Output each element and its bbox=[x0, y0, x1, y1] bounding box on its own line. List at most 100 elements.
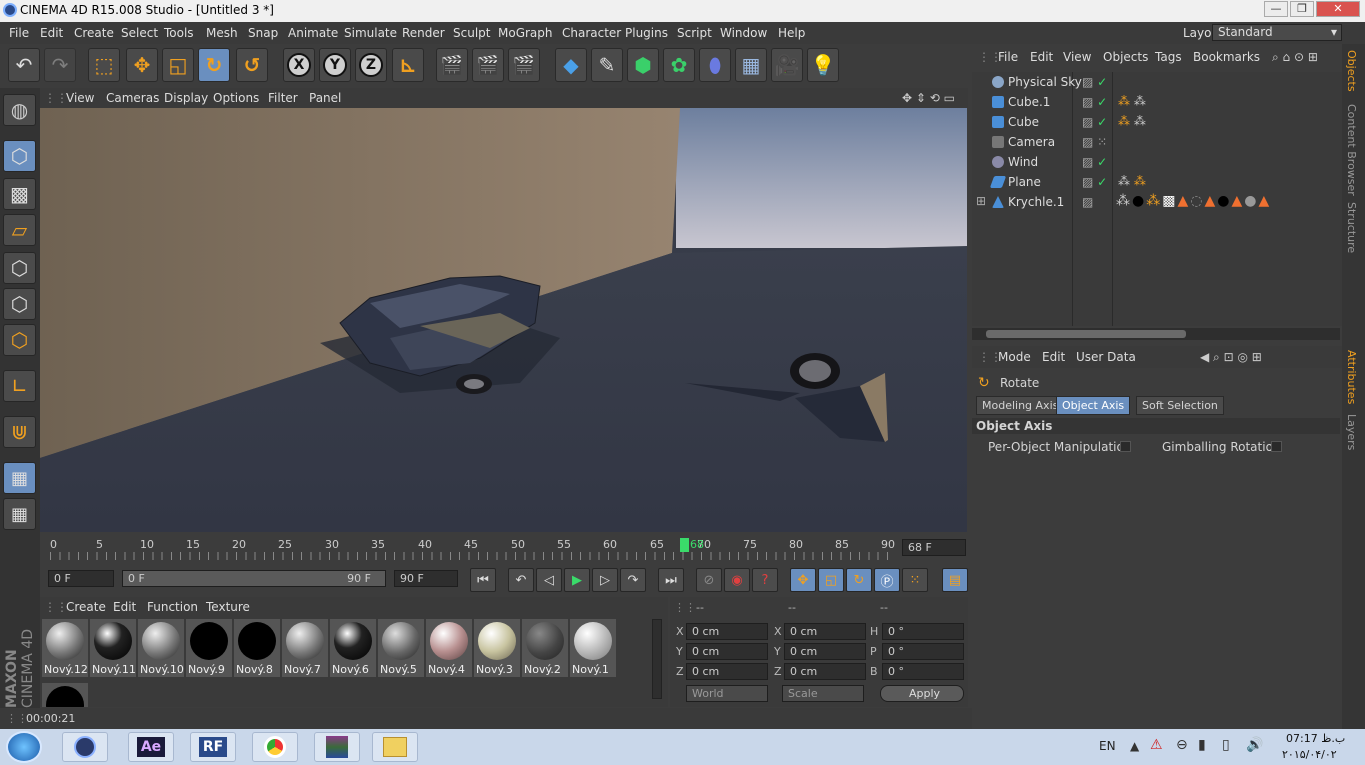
object-row[interactable]: Cube ▨ ✓ ⁂ ⁂ bbox=[972, 112, 1340, 132]
planar-workplane-button[interactable]: ▦ bbox=[3, 498, 36, 530]
menu-plugins[interactable]: Plugins bbox=[625, 26, 668, 40]
minimize-button[interactable]: — bbox=[1264, 1, 1288, 17]
attr-menu-user-data[interactable]: User Data bbox=[1076, 350, 1136, 364]
array-button[interactable]: ✿ bbox=[663, 48, 695, 82]
warning-icon[interactable]: ⚠ bbox=[1150, 737, 1163, 753]
locked-workplane-button[interactable]: ▦ bbox=[3, 462, 36, 494]
previous-key-button[interactable]: ↶ bbox=[508, 568, 534, 592]
end-frame-field[interactable]: 90 F bbox=[394, 570, 458, 587]
key-position-button[interactable]: ✥ bbox=[790, 568, 816, 592]
go-to-end-button[interactable]: ⏭ bbox=[658, 568, 684, 592]
taskbar-chrome[interactable] bbox=[252, 732, 298, 762]
layout-select[interactable]: Standard ▾ bbox=[1212, 24, 1342, 41]
menu-simulate[interactable]: Simulate bbox=[344, 26, 397, 40]
material-swatch[interactable]: Nový.2 bbox=[522, 619, 568, 677]
clock-time[interactable]: 07:17 ب.ظ bbox=[1286, 732, 1345, 745]
obj-menu-bookmarks[interactable]: Bookmarks bbox=[1193, 50, 1260, 64]
timeline-ruler[interactable]: 0 5 10 15 20 25 30 35 40 45 50 55 60 65 … bbox=[40, 532, 968, 566]
key-parameter-button[interactable]: Ⓟ bbox=[874, 568, 900, 592]
menu-create[interactable]: Create bbox=[74, 26, 114, 40]
menu-mesh[interactable]: Mesh bbox=[206, 26, 238, 40]
viewport-menu-view[interactable]: View bbox=[66, 91, 94, 105]
start-frame-field[interactable]: 0 F bbox=[48, 570, 114, 587]
size-z-field[interactable]: 0 cm bbox=[784, 663, 866, 680]
redo-button[interactable]: ↷ bbox=[44, 48, 76, 82]
per-object-manipulation-checkbox[interactable] bbox=[1120, 441, 1131, 452]
side-tab-layers[interactable]: Layers bbox=[1345, 414, 1358, 450]
menu-sculpt[interactable]: Sculpt bbox=[453, 26, 490, 40]
x-axis-button[interactable]: X bbox=[283, 48, 315, 82]
close-button[interactable]: ✕ bbox=[1316, 1, 1360, 17]
viewport-menu-options[interactable]: Options bbox=[213, 91, 259, 105]
side-tab-content-browser[interactable]: Content Browser bbox=[1345, 104, 1358, 196]
deformer-button[interactable]: ⬮ bbox=[699, 48, 731, 82]
visibility-toggle[interactable]: ▨ ✓ bbox=[1082, 175, 1107, 189]
menu-mograph[interactable]: MoGraph bbox=[498, 26, 553, 40]
material-swatch[interactable]: Nový.9 bbox=[186, 619, 232, 677]
axis-mode-button[interactable]: ∟ bbox=[3, 370, 36, 402]
attribute-nav-icons[interactable]: ◀ ⌕ ⊡ ◎ ⊞ bbox=[1200, 350, 1262, 365]
obj-menu-file[interactable]: File bbox=[998, 50, 1018, 64]
material-tag-icon[interactable]: ⁂ ⁂ bbox=[1118, 94, 1146, 108]
pos-y-field[interactable]: 0 cm bbox=[686, 643, 768, 660]
object-row[interactable]: Camera ▨ ⁙ bbox=[972, 132, 1340, 152]
material-tag-icon[interactable]: ⁂ ⁂ bbox=[1118, 174, 1146, 188]
obj-menu-view[interactable]: View bbox=[1063, 50, 1091, 64]
tab-object-axis[interactable]: Object Axis bbox=[1056, 396, 1131, 415]
clock-date[interactable]: ۲۰۱۵/۰۴/۰۲ bbox=[1282, 748, 1337, 761]
menu-animate[interactable]: Animate bbox=[288, 26, 338, 40]
pos-x-field[interactable]: 0 cm bbox=[686, 623, 768, 640]
taskbar-explorer[interactable] bbox=[372, 732, 418, 762]
object-row[interactable]: Wind ▨ ✓ bbox=[972, 152, 1340, 172]
material-swatch[interactable]: Nový.4 bbox=[426, 619, 472, 677]
y-axis-button[interactable]: Y bbox=[319, 48, 351, 82]
viewport-menu-panel[interactable]: Panel bbox=[309, 91, 341, 105]
next-frame-button[interactable]: ▷ bbox=[592, 568, 618, 592]
menu-render[interactable]: Render bbox=[402, 26, 445, 40]
menu-window[interactable]: Window bbox=[720, 26, 767, 40]
floor-button[interactable]: ▦ bbox=[735, 48, 767, 82]
menu-help[interactable]: Help bbox=[778, 26, 805, 40]
attr-menu-mode[interactable]: Mode bbox=[998, 350, 1031, 364]
menu-character[interactable]: Character bbox=[562, 26, 621, 40]
visibility-toggle[interactable]: ▨ ⁙ bbox=[1082, 135, 1107, 149]
obj-menu-edit[interactable]: Edit bbox=[1030, 50, 1053, 64]
object-row[interactable]: Physical Sky ▨ ✓ bbox=[972, 72, 1340, 92]
volume-icon[interactable]: 🔊 bbox=[1246, 737, 1263, 753]
material-swatch[interactable]: Nový.1 bbox=[570, 619, 616, 677]
material-menu-edit[interactable]: Edit bbox=[113, 600, 136, 614]
keyframe-selection-button[interactable]: ? bbox=[752, 568, 778, 592]
menu-tools[interactable]: Tools bbox=[164, 26, 194, 40]
taskbar-realflow[interactable]: RF bbox=[190, 732, 236, 762]
object-row[interactable]: ⊞ Krychle.1 ▨ ⁂●⁂▩▲◌▲●▲●▲ bbox=[972, 192, 1340, 212]
tab-modeling-axis[interactable]: Modeling Axis bbox=[976, 396, 1065, 415]
nurbs-button[interactable]: ⬢ bbox=[627, 48, 659, 82]
render-view-button[interactable]: 🎬 bbox=[436, 48, 468, 82]
language-indicator[interactable]: EN bbox=[1099, 739, 1116, 753]
key-pla-button[interactable]: ⁙ bbox=[902, 568, 928, 592]
obj-menu-objects[interactable]: Objects bbox=[1103, 50, 1148, 64]
object-row[interactable]: Plane ▨ ✓ ⁂ ⁂ bbox=[972, 172, 1340, 192]
polygons-mode-button[interactable]: ⬡ bbox=[3, 324, 36, 356]
material-swatch[interactable] bbox=[42, 683, 88, 707]
viewport-menu-display[interactable]: Display bbox=[164, 91, 208, 105]
render-picture-viewer-button[interactable]: 🎬 bbox=[472, 48, 504, 82]
make-editable-button[interactable]: ◍ bbox=[3, 94, 36, 126]
pos-z-field[interactable]: 0 cm bbox=[686, 663, 768, 680]
edges-mode-button[interactable]: ⬡ bbox=[3, 288, 36, 320]
menu-script[interactable]: Script bbox=[677, 26, 712, 40]
key-rotation-button[interactable]: ↻ bbox=[846, 568, 872, 592]
material-swatch[interactable]: Nový.12 bbox=[42, 619, 88, 677]
material-swatch[interactable]: Nový.7 bbox=[282, 619, 328, 677]
side-tab-structure[interactable]: Structure bbox=[1345, 202, 1358, 253]
object-manager-tool-icons[interactable]: ⌕ ⌂ ⊙ ⊞ bbox=[1272, 50, 1318, 65]
snap-button[interactable]: ⋓ bbox=[3, 416, 36, 448]
material-menu-create[interactable]: Create bbox=[66, 600, 106, 614]
frame-range-slider[interactable]: 0 F 90 F bbox=[122, 570, 386, 587]
menu-edit[interactable]: Edit bbox=[40, 26, 63, 40]
workplane-button[interactable]: ▱ bbox=[3, 214, 36, 246]
menu-snap[interactable]: Snap bbox=[248, 26, 278, 40]
visibility-toggle[interactable]: ▨ ✓ bbox=[1082, 155, 1107, 169]
world-select[interactable]: World bbox=[686, 685, 768, 702]
previous-frame-button[interactable]: ◁ bbox=[536, 568, 562, 592]
